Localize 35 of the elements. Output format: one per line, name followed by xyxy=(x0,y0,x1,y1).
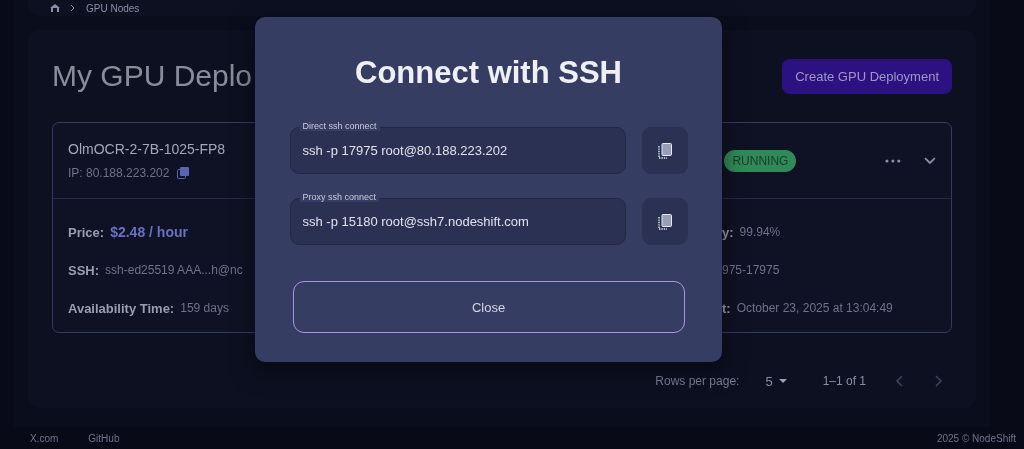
detail-label: t: xyxy=(722,300,731,316)
deployment-name: OlmOCR-2-7B-1025-FP8 xyxy=(68,141,226,157)
detail-value: ssh-ed25519 AAA...h@nc xyxy=(105,263,243,277)
more-icon[interactable] xyxy=(885,158,902,163)
home-icon[interactable] xyxy=(50,4,60,12)
detail-value: October 23, 2025 at 13:04:49 xyxy=(736,301,893,315)
ip-address: IP: 80.188.223.202 xyxy=(68,166,170,180)
dialog-title: Connect with SSH xyxy=(355,55,622,91)
detail-label: Availability Time: xyxy=(68,300,175,316)
expand-chevron-icon[interactable] xyxy=(924,156,936,165)
copy-icon xyxy=(657,213,672,230)
close-button[interactable]: Close xyxy=(292,281,685,333)
status-badge: RUNNING xyxy=(724,149,797,172)
detail-value: 975-17975 xyxy=(722,263,780,277)
chevron-icon xyxy=(70,4,76,12)
copy-button[interactable] xyxy=(641,198,688,245)
copyright-text: 2025 © NodeShift xyxy=(936,432,1016,444)
footer-link[interactable]: GitHub xyxy=(88,432,120,444)
rows-per-page-label: Rows per page: xyxy=(655,374,740,388)
detail-value: $2.48 / hour xyxy=(110,224,188,240)
footer-link[interactable]: X.com xyxy=(30,432,59,444)
copy-icon xyxy=(657,142,672,159)
breadcrumb-item[interactable]: GPU Nodes xyxy=(86,2,140,14)
page-range: 1–1 of 1 xyxy=(822,374,866,388)
copy-button[interactable] xyxy=(641,127,688,174)
copy-icon[interactable] xyxy=(177,167,190,179)
detail-value: 159 days xyxy=(180,301,229,315)
create-deployment-button[interactable]: Create GPU Deployment xyxy=(782,58,952,94)
detail-label: SSH: xyxy=(68,262,100,278)
rows-per-page-select[interactable]: 5 xyxy=(759,372,793,390)
caret-icon xyxy=(778,379,787,383)
detail-value: 99.94% xyxy=(739,225,781,239)
detail-label: Price: xyxy=(68,224,105,240)
detail-label: y: xyxy=(722,224,734,240)
page-title: My GPU Deplo xyxy=(52,59,253,93)
